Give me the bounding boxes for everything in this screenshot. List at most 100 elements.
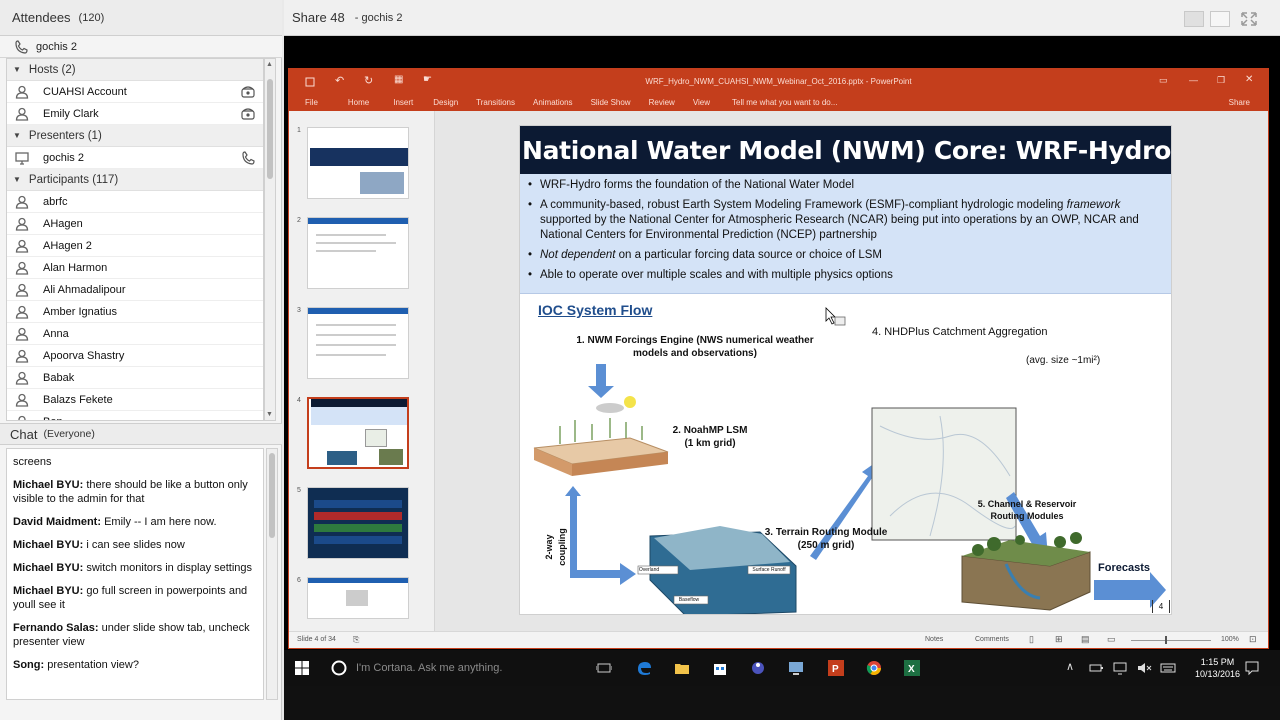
fullscreen-icon[interactable] xyxy=(1240,11,1258,27)
edge-browser-icon[interactable] xyxy=(636,660,652,676)
share-presenter: - gochis 2 xyxy=(354,11,403,24)
host-name: CUAHSI Account xyxy=(43,85,127,98)
attendee-list[interactable]: ▼ Hosts (2) CUAHSI Account Emily Clark ▼… xyxy=(6,58,264,421)
tell-me-search[interactable]: Tell me what you want to do... xyxy=(732,98,837,107)
tab-insert[interactable]: Insert xyxy=(393,98,413,107)
slide-thumbnail-5[interactable] xyxy=(307,487,409,559)
collapse-triangle-icon[interactable]: ▼ xyxy=(13,175,21,184)
zoom-slider[interactable] xyxy=(1131,640,1211,641)
tab-slide-show[interactable]: Slide Show xyxy=(591,98,631,107)
participant-row[interactable]: AHagen 2 xyxy=(7,235,263,257)
tray-chevron-icon[interactable]: ∧ xyxy=(1066,660,1074,673)
slide-thumbnail-1[interactable] xyxy=(307,127,409,199)
participant-name: Amber Ignatius xyxy=(43,305,117,318)
label-forecasts: Forecasts xyxy=(1098,562,1150,574)
participants-group[interactable]: ▼ Participants (117) xyxy=(7,169,263,191)
minimize-view-icon[interactable] xyxy=(1184,11,1204,27)
tab-animations[interactable]: Animations xyxy=(533,98,573,107)
slide-thumbnails[interactable]: 1 2 3 4 5 6 xyxy=(289,111,435,631)
tab-transitions[interactable]: Transitions xyxy=(476,98,515,107)
participant-row[interactable]: Babak xyxy=(7,367,263,389)
excel-icon[interactable]: X xyxy=(904,660,920,676)
slide-thumbnail-4-selected[interactable] xyxy=(307,397,409,469)
tab-view[interactable]: View xyxy=(693,98,710,107)
notes-button[interactable]: Notes xyxy=(925,636,943,643)
current-user-row[interactable]: gochis 2 xyxy=(0,36,282,58)
user-icon xyxy=(15,261,29,275)
participant-name: AHagen 2 xyxy=(43,239,92,252)
host-row[interactable]: Emily Clark xyxy=(7,103,263,125)
remote-desktop-icon[interactable] xyxy=(788,660,804,676)
restore-view-icon[interactable] xyxy=(1210,11,1230,27)
volume-muted-icon[interactable] xyxy=(1136,660,1152,676)
slide-thumbnail-3[interactable] xyxy=(307,307,409,379)
slide-canvas[interactable]: National Water Model (NWM) Core: WRF-Hyd… xyxy=(519,125,1172,615)
battery-icon[interactable] xyxy=(1088,660,1104,676)
host-row[interactable]: CUAHSI Account xyxy=(7,81,263,103)
chat-text: screens xyxy=(13,456,52,468)
normal-view-icon[interactable]: ▯ xyxy=(1029,634,1034,645)
participant-row[interactable]: Alan Harmon xyxy=(7,257,263,279)
participant-row[interactable]: Anna xyxy=(7,323,263,345)
collapse-triangle-icon[interactable]: ▼ xyxy=(13,65,21,74)
attendee-scrollbar[interactable]: ▲ ▼ xyxy=(264,58,276,421)
scroll-down-icon[interactable]: ▼ xyxy=(266,411,273,418)
maximize-icon[interactable]: ❐ xyxy=(1217,75,1225,86)
participant-row[interactable]: Apoorva Shastry xyxy=(7,345,263,367)
participant-row[interactable]: Balazs Fekete xyxy=(7,389,263,411)
network-icon[interactable] xyxy=(1112,660,1128,676)
chrome-icon[interactable] xyxy=(866,660,882,676)
tab-design[interactable]: Design xyxy=(433,98,458,107)
minimize-icon[interactable]: — xyxy=(1189,75,1198,85)
comments-button[interactable]: Comments xyxy=(975,636,1009,643)
tab-review[interactable]: Review xyxy=(649,98,675,107)
fit-to-window-icon[interactable]: ⊡ xyxy=(1249,634,1257,645)
spellcheck-icon[interactable]: ⎘ xyxy=(353,635,359,645)
user-icon xyxy=(15,393,29,407)
chat-sender: Michael BYU: xyxy=(13,562,84,574)
ribbon-options-icon[interactable]: ▭ xyxy=(1159,75,1168,86)
tab-file[interactable]: File xyxy=(305,98,318,107)
zoom-slider-thumb[interactable] xyxy=(1165,636,1167,644)
participant-row[interactable]: Ali Ahmadalipour xyxy=(7,279,263,301)
user-icon xyxy=(15,239,29,253)
action-center-icon[interactable] xyxy=(1244,660,1260,676)
windows-start-icon[interactable] xyxy=(294,660,310,676)
presenters-group[interactable]: ▼ Presenters (1) xyxy=(7,125,263,147)
teams-app-icon[interactable] xyxy=(750,660,766,676)
chat-scrollbar[interactable] xyxy=(266,448,278,700)
store-icon[interactable] xyxy=(712,660,728,676)
slide-thumbnail-2[interactable] xyxy=(307,217,409,289)
system-clock[interactable]: 1:15 PM 10/13/2016 xyxy=(1195,656,1240,680)
chat-sender: Michael BYU: xyxy=(13,539,84,551)
close-icon[interactable]: ✕ xyxy=(1245,74,1253,85)
zoom-level[interactable]: 100% xyxy=(1221,636,1239,643)
reading-view-icon[interactable]: ▤ xyxy=(1081,634,1090,645)
share-button[interactable]: Share xyxy=(1229,98,1250,107)
chat-messages[interactable]: screens Michael BYU: there should be like… xyxy=(6,448,264,700)
thumb-number: 3 xyxy=(297,307,301,314)
participant-name: Ali Ahmadalipour xyxy=(43,283,126,296)
share-title: Share 48 xyxy=(292,10,345,25)
keyboard-icon[interactable] xyxy=(1160,660,1176,676)
slideshow-view-icon[interactable]: ▭ xyxy=(1107,634,1116,645)
label-noahmp: 2. NoahMP LSM (1 km grid) xyxy=(672,425,748,449)
slide-sorter-icon[interactable]: ⊞ xyxy=(1055,634,1063,645)
collapse-triangle-icon[interactable]: ▼ xyxy=(13,131,21,140)
scrollbar-thumb[interactable] xyxy=(269,453,275,538)
cortana-search[interactable]: I'm Cortana. Ask me anything. xyxy=(330,650,502,686)
participant-row[interactable]: AHagen xyxy=(7,213,263,235)
hosts-group[interactable]: ▼ Hosts (2) xyxy=(7,59,263,81)
task-view-icon[interactable] xyxy=(596,660,612,676)
participant-row[interactable]: Amber Ignatius xyxy=(7,301,263,323)
participant-row[interactable]: abrfc xyxy=(7,191,263,213)
powerpoint-icon[interactable]: P xyxy=(828,660,844,676)
file-explorer-icon[interactable] xyxy=(674,660,690,676)
participant-row[interactable]: Ben xyxy=(7,411,263,420)
scrollbar-thumb[interactable] xyxy=(267,79,273,179)
scroll-up-icon[interactable]: ▲ xyxy=(266,61,273,68)
host-name: Emily Clark xyxy=(43,107,99,120)
slide-thumbnail-6[interactable] xyxy=(307,577,409,619)
tab-home[interactable]: Home xyxy=(348,98,369,107)
presenter-row[interactable]: gochis 2 xyxy=(7,147,263,169)
